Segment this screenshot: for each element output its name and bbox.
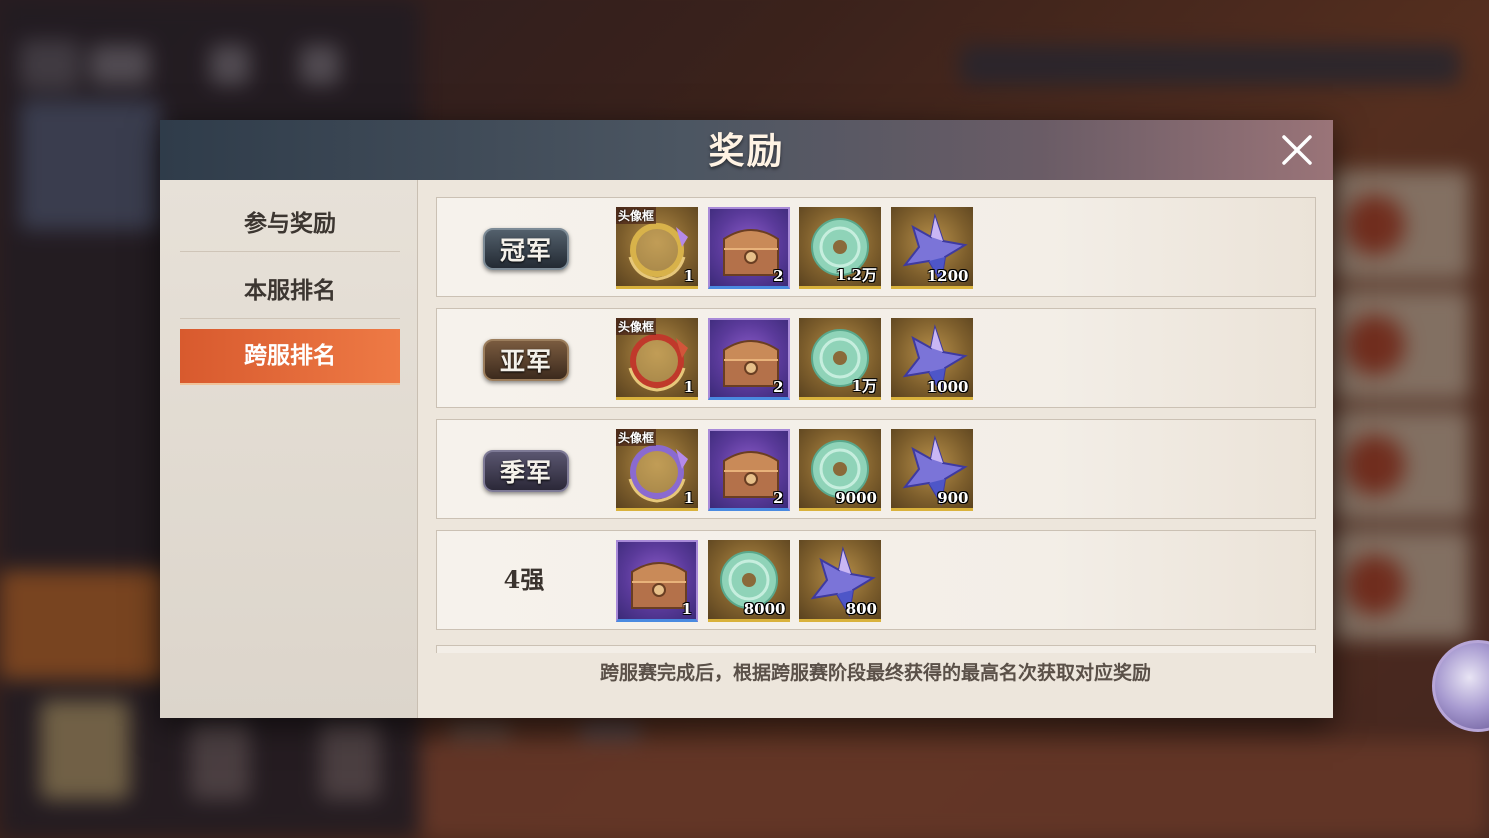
rank-badge: 冠军: [483, 228, 569, 270]
item-quantity: 1200: [926, 267, 969, 285]
item-quantity: 800: [845, 600, 877, 618]
reward-item[interactable]: 9000: [799, 429, 881, 511]
tab-cross-server-ranking[interactable]: 跨服排名: [180, 329, 400, 385]
reward-item[interactable]: 1: [616, 540, 698, 622]
reward-item[interactable]: 8000: [707, 540, 790, 622]
reward-row: 季军 头像框 1 2 9000 900: [436, 419, 1316, 519]
reward-item[interactable]: 头像框 1: [616, 429, 698, 511]
tab-server-ranking[interactable]: 本服排名: [180, 264, 400, 319]
reward-category-sidebar: 参与奖励 本服排名 跨服排名: [160, 180, 418, 718]
reward-row-partial: [436, 645, 1316, 653]
item-quantity: 1: [683, 378, 694, 396]
item-quantity: 900: [937, 489, 969, 507]
item-quantity: 9000: [835, 489, 877, 507]
item-quantity: 2: [773, 267, 784, 285]
item-quantity: 1: [683, 267, 694, 285]
reward-row: 亚军 头像框 1 2 1万 1000: [436, 308, 1316, 408]
reward-row: 冠军 头像框 1 2 1.2万 1200: [436, 197, 1316, 297]
reward-item[interactable]: 1200: [890, 207, 973, 289]
rank-label: 4强: [503, 565, 545, 594]
item-quantity: 1.2万: [835, 266, 877, 284]
reward-item[interactable]: 900: [890, 429, 973, 511]
reward-item[interactable]: 1.2万: [799, 207, 881, 289]
item-quantity: 2: [773, 489, 784, 507]
item-quantity: 1000: [926, 378, 969, 396]
reward-item[interactable]: 1万: [799, 318, 881, 400]
modal-header: 奖励: [160, 120, 1333, 180]
item-quantity: 1: [681, 600, 692, 618]
close-button[interactable]: [1277, 130, 1317, 170]
rank-badge: 季军: [483, 450, 569, 492]
rank-badge: 亚军: [483, 339, 569, 381]
modal-title: 奖励: [708, 130, 785, 172]
reward-modal: 奖励 参与奖励 本服排名 跨服排名 冠军 头像框 1 2 1.2万 1200 亚…: [160, 120, 1333, 718]
item-tag: 头像框: [616, 429, 657, 446]
reward-item[interactable]: 头像框 1: [616, 318, 698, 400]
reward-row: 4强 1 8000 800: [436, 530, 1316, 630]
reward-item[interactable]: 头像框 1: [616, 207, 698, 289]
reward-item[interactable]: 800: [799, 540, 881, 622]
reward-item[interactable]: 2: [707, 318, 790, 400]
item-quantity: 2: [773, 378, 784, 396]
tab-participation-reward[interactable]: 参与奖励: [180, 197, 400, 252]
item-quantity: 1: [683, 489, 694, 507]
item-quantity: 8000: [743, 600, 786, 618]
reward-item[interactable]: 2: [707, 207, 790, 289]
close-icon: [1282, 135, 1312, 165]
reward-rule-note: 跨服赛完成后，根据跨服赛阶段最终获得的最高名次获取对应奖励: [599, 662, 1151, 684]
item-tag: 头像框: [616, 318, 657, 335]
reward-item[interactable]: 1000: [890, 318, 973, 400]
reward-item[interactable]: 2: [707, 429, 790, 511]
item-quantity: 1万: [851, 377, 877, 395]
reward-list[interactable]: 冠军 头像框 1 2 1.2万 1200 亚军 头像框 1 2 1万 1000 …: [418, 180, 1333, 718]
item-tag: 头像框: [616, 207, 657, 224]
